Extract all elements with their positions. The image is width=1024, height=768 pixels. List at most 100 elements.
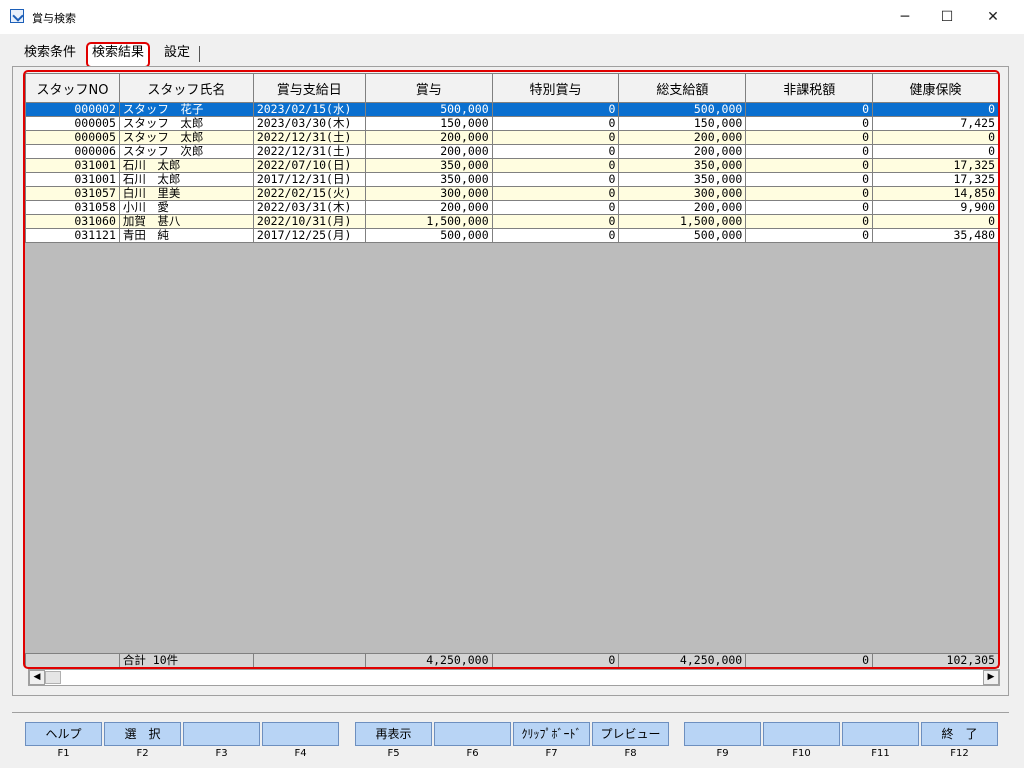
- cell-special-bonus[interactable]: 0: [491, 102, 620, 117]
- table-row[interactable]: 031121 青田 純 2017/12/25(月) 500,000 0 500,000 0 3…: [25, 228, 999, 243]
- cell-health-insurance[interactable]: 0: [872, 130, 999, 145]
- results-grid[interactable]: スタッフNO スタッフ氏名 賞与支給日 賞与 特別賞与 総支給額 非課税額 健康…: [25, 73, 999, 668]
- cell-special-bonus[interactable]: 0: [491, 130, 620, 145]
- cell-nontaxable[interactable]: 0: [745, 158, 874, 173]
- cell-pay-date[interactable]: 2022/10/31(月): [252, 214, 366, 229]
- col-header-staff-no[interactable]: スタッフNO: [25, 73, 120, 103]
- cell-staff-name[interactable]: スタッフ 太郎: [118, 130, 254, 145]
- cell-staff-no[interactable]: 031057: [25, 186, 120, 201]
- table-row[interactable]: 000006 スタッフ 次郎 2022/12/31(土) 200,000 0 200,00…: [25, 144, 999, 159]
- scroll-left-icon[interactable]: ◀: [29, 670, 45, 685]
- f8-preview-button[interactable]: プレビュー: [592, 722, 669, 746]
- cell-bonus[interactable]: 200,000: [364, 130, 493, 145]
- horizontal-scrollbar[interactable]: ◀ ▶: [28, 669, 1000, 686]
- f4-button[interactable]: [262, 722, 339, 746]
- cell-pay-date[interactable]: 2022/12/31(土): [252, 130, 366, 145]
- cell-bonus[interactable]: 200,000: [364, 144, 493, 159]
- cell-special-bonus[interactable]: 0: [491, 116, 620, 131]
- col-header-staff-name[interactable]: スタッフ氏名: [118, 73, 254, 103]
- scroll-thumb[interactable]: [45, 671, 61, 684]
- cell-bonus[interactable]: 500,000: [364, 228, 493, 243]
- cell-staff-no[interactable]: 031121: [25, 228, 120, 243]
- cell-health-insurance[interactable]: 0: [872, 214, 999, 229]
- col-header-nontaxable[interactable]: 非課税額: [745, 73, 874, 103]
- scroll-right-icon[interactable]: ▶: [983, 670, 999, 685]
- cell-staff-name[interactable]: 石川 太郎: [118, 158, 254, 173]
- col-header-bonus[interactable]: 賞与: [364, 73, 493, 103]
- cell-nontaxable[interactable]: 0: [745, 102, 874, 117]
- cell-pay-date[interactable]: 2023/03/30(木): [252, 116, 366, 131]
- cell-nontaxable[interactable]: 0: [745, 172, 874, 187]
- cell-staff-no[interactable]: 031001: [25, 172, 120, 187]
- cell-health-insurance[interactable]: 35,480: [872, 228, 999, 243]
- cell-staff-no[interactable]: 031058: [25, 200, 120, 215]
- cell-nontaxable[interactable]: 0: [745, 130, 874, 145]
- cell-staff-name[interactable]: スタッフ 太郎: [118, 116, 254, 131]
- cell-total-pay[interactable]: 1,500,000: [618, 214, 747, 229]
- table-row[interactable]: 031058 小川 愛 2022/03/31(木) 200,000 0 200,000 0 9…: [25, 200, 999, 215]
- cell-bonus[interactable]: 1,500,000: [364, 214, 493, 229]
- cell-special-bonus[interactable]: 0: [491, 200, 620, 215]
- f6-button[interactable]: [434, 722, 511, 746]
- cell-staff-no[interactable]: 000002: [25, 102, 120, 117]
- f9-button[interactable]: [684, 722, 761, 746]
- cell-nontaxable[interactable]: 0: [745, 186, 874, 201]
- tab-settings[interactable]: 設定: [164, 42, 190, 64]
- cell-special-bonus[interactable]: 0: [491, 186, 620, 201]
- table-row[interactable]: 031001 石川 太郎 2022/07/10(日) 350,000 0 350,000 0…: [25, 158, 999, 173]
- col-header-special-bonus[interactable]: 特別賞与: [491, 73, 620, 103]
- table-row[interactable]: 031060 加賀 甚八 2022/10/31(月) 1,500,000 0 1,500,…: [25, 214, 999, 229]
- cell-special-bonus[interactable]: 0: [491, 214, 620, 229]
- cell-staff-no[interactable]: 031001: [25, 158, 120, 173]
- cell-pay-date[interactable]: 2017/12/25(月): [252, 228, 366, 243]
- cell-health-insurance[interactable]: 0: [872, 144, 999, 159]
- cell-special-bonus[interactable]: 0: [491, 144, 620, 159]
- cell-pay-date[interactable]: 2017/12/31(日): [252, 172, 366, 187]
- cell-total-pay[interactable]: 150,000: [618, 116, 747, 131]
- table-row[interactable]: 031057 白川 里美 2022/02/15(火) 300,000 0 300,000 0…: [25, 186, 999, 201]
- col-header-total-pay[interactable]: 総支給額: [618, 73, 747, 103]
- cell-bonus[interactable]: 350,000: [364, 172, 493, 187]
- table-row[interactable]: 000005 スタッフ 太郎 2022/12/31(土) 200,000 0 200,00…: [25, 130, 999, 145]
- close-button[interactable]: ✕: [970, 0, 1016, 34]
- cell-total-pay[interactable]: 500,000: [618, 228, 747, 243]
- tab-search-conditions[interactable]: 検索条件: [24, 42, 76, 64]
- cell-health-insurance[interactable]: 7,425: [872, 116, 999, 131]
- cell-health-insurance[interactable]: 17,325: [872, 172, 999, 187]
- col-header-health-insurance[interactable]: 健康保険: [872, 73, 999, 103]
- cell-pay-date[interactable]: 2022/03/31(木): [252, 200, 366, 215]
- cell-staff-no[interactable]: 000005: [25, 130, 120, 145]
- table-row[interactable]: 000002 スタッフ 花子 2023/02/15(水) 500,000 0 500,00…: [25, 102, 999, 117]
- f10-button[interactable]: [763, 722, 840, 746]
- f11-button[interactable]: [842, 722, 919, 746]
- cell-staff-name[interactable]: 白川 里美: [118, 186, 254, 201]
- table-row[interactable]: 000005 スタッフ 太郎 2023/03/30(木) 150,000 0 150,00…: [25, 116, 999, 131]
- cell-nontaxable[interactable]: 0: [745, 116, 874, 131]
- cell-total-pay[interactable]: 500,000: [618, 102, 747, 117]
- cell-staff-no[interactable]: 000006: [25, 144, 120, 159]
- cell-staff-name[interactable]: スタッフ 次郎: [118, 144, 254, 159]
- cell-nontaxable[interactable]: 0: [745, 228, 874, 243]
- cell-pay-date[interactable]: 2023/02/15(水): [252, 102, 366, 117]
- cell-staff-name[interactable]: 青田 純: [118, 228, 254, 243]
- minimize-button[interactable]: ─: [882, 0, 928, 34]
- cell-nontaxable[interactable]: 0: [745, 144, 874, 159]
- results-table[interactable]: スタッフNO スタッフ氏名 賞与支給日 賞与 特別賞与 総支給額 非課税額 健康…: [25, 73, 999, 243]
- cell-health-insurance[interactable]: 9,900: [872, 200, 999, 215]
- cell-pay-date[interactable]: 2022/02/15(火): [252, 186, 366, 201]
- f3-button[interactable]: [183, 722, 260, 746]
- cell-total-pay[interactable]: 300,000: [618, 186, 747, 201]
- cell-bonus[interactable]: 300,000: [364, 186, 493, 201]
- cell-pay-date[interactable]: 2022/12/31(土): [252, 144, 366, 159]
- cell-health-insurance[interactable]: 0: [872, 102, 999, 117]
- cell-special-bonus[interactable]: 0: [491, 172, 620, 187]
- table-row[interactable]: 031001 石川 太郎 2017/12/31(日) 350,000 0 350,000 0…: [25, 172, 999, 187]
- cell-bonus[interactable]: 150,000: [364, 116, 493, 131]
- cell-bonus[interactable]: 350,000: [364, 158, 493, 173]
- cell-nontaxable[interactable]: 0: [745, 214, 874, 229]
- f7-clipboard-button[interactable]: ｸﾘｯﾌﾟﾎﾞｰﾄﾞ: [513, 722, 590, 746]
- f2-select-button[interactable]: 選 択: [104, 722, 181, 746]
- cell-bonus[interactable]: 500,000: [364, 102, 493, 117]
- cell-special-bonus[interactable]: 0: [491, 228, 620, 243]
- cell-staff-name[interactable]: 小川 愛: [118, 200, 254, 215]
